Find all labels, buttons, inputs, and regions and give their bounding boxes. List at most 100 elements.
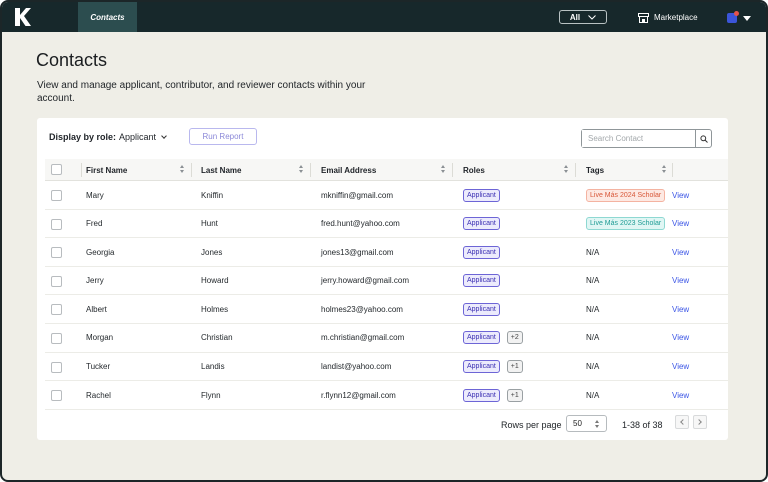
view-link-label: View xyxy=(672,304,690,314)
rows-per-page-label: Rows per page xyxy=(501,420,562,430)
tag-text: N/A xyxy=(586,362,600,372)
view-link[interactable]: View xyxy=(672,353,689,381)
table-row: Morgan Christian m.christian@gmail.com Appl… xyxy=(45,324,728,353)
column-header-roles[interactable]: Roles xyxy=(463,159,485,181)
chevron-down-icon xyxy=(588,14,596,20)
email-cell: jones13@gmail.com xyxy=(321,247,394,257)
first-name-cell: Albert xyxy=(86,304,107,314)
table-row: Rachel Flynn r.flynn12@gmail.com Applicant +… xyxy=(45,381,728,410)
row-checkbox[interactable] xyxy=(51,304,62,316)
previous-page-button[interactable] xyxy=(675,415,689,429)
top-navigation: Contacts All Marketplace xyxy=(2,2,766,32)
tag-text: N/A xyxy=(586,247,600,257)
search-contact-input[interactable] xyxy=(582,130,695,147)
more-roles-badge[interactable]: +2 xyxy=(506,331,523,345)
tags-cell: N/A xyxy=(586,267,599,295)
search-contact-box xyxy=(581,129,712,148)
email-cell: jerry.howard@gmail.com xyxy=(321,276,409,286)
row-checkbox[interactable] xyxy=(51,390,62,402)
display-by-role-label: Display by role: xyxy=(49,132,117,142)
tag-text: N/A xyxy=(586,333,600,343)
row-checkbox[interactable] xyxy=(51,247,62,259)
view-link-label: View xyxy=(672,219,690,229)
email-cell: mkniffin@gmail.com xyxy=(321,190,393,200)
account-menu-button[interactable] xyxy=(727,11,757,25)
tag-text: N/A xyxy=(586,304,600,314)
tag-badge: Live Más 2023 Scholar xyxy=(586,217,666,231)
pagination-bar: Rows per page 50 1-38 of 38 xyxy=(37,413,728,439)
role-badge: Applicant xyxy=(463,302,500,316)
column-divider xyxy=(575,163,576,177)
row-checkbox[interactable] xyxy=(51,332,62,344)
page-title: Contacts xyxy=(36,50,108,70)
sort-icon[interactable] xyxy=(564,165,569,175)
marketplace-label: Marketplace xyxy=(654,13,698,22)
role-badge: Applicant xyxy=(463,274,500,288)
row-checkbox[interactable] xyxy=(51,361,62,373)
email-cell: r.flynn12@gmail.com xyxy=(321,390,396,400)
roles-cell: Applicant xyxy=(463,181,500,209)
marketplace-link[interactable]: Marketplace xyxy=(638,11,698,24)
select-all-checkbox[interactable] xyxy=(51,164,62,175)
row-checkbox[interactable] xyxy=(51,218,62,230)
tab-contacts[interactable]: Contacts xyxy=(78,2,137,32)
view-link[interactable]: View xyxy=(672,210,689,238)
view-link[interactable]: View xyxy=(672,267,689,295)
first-name-cell: Fred xyxy=(86,219,103,229)
table-row: Tucker Landis landist@yahoo.com Applicant +1… xyxy=(45,353,728,382)
page-description: View and manage applicant, contributor, … xyxy=(37,80,366,104)
roles-cell: Applicant +1 xyxy=(463,381,523,409)
column-divider xyxy=(81,163,82,177)
role-badge: Applicant xyxy=(463,188,500,202)
last-name-cell: Christian xyxy=(201,333,233,343)
column-header-last-name[interactable]: Last Name xyxy=(201,159,241,181)
row-checkbox[interactable] xyxy=(51,190,62,201)
roles-cell: Applicant xyxy=(463,295,500,323)
view-link[interactable]: View xyxy=(672,381,689,409)
role-badge: Applicant xyxy=(463,217,500,231)
roles-cell: Applicant +1 xyxy=(463,353,523,381)
rows-per-page-select[interactable]: 50 xyxy=(566,415,607,432)
view-link-label: View xyxy=(672,276,690,286)
column-header-first-name[interactable]: First Name xyxy=(86,159,127,181)
view-link[interactable]: View xyxy=(672,324,689,352)
column-divider xyxy=(191,163,192,177)
contacts-card: Display by role: Applicant Run Report Fi… xyxy=(37,118,728,440)
email-cell: landist@yahoo.com xyxy=(321,362,392,372)
brand-logo-icon[interactable] xyxy=(14,7,32,27)
sort-icon[interactable] xyxy=(299,165,304,175)
tags-cell: N/A xyxy=(586,324,599,352)
filter-select[interactable]: All xyxy=(559,10,607,24)
first-name-cell: Morgan xyxy=(86,333,114,343)
table-row: Jerry Howard jerry.howard@gmail.com Applica… xyxy=(45,267,728,296)
role-filter-dropdown[interactable]: Applicant xyxy=(119,132,167,142)
column-header-email[interactable]: Email Address xyxy=(321,159,376,181)
run-report-button[interactable]: Run Report xyxy=(189,128,257,145)
column-header-tags[interactable]: Tags xyxy=(586,159,604,181)
chevron-left-icon xyxy=(680,419,686,425)
role-badge: Applicant xyxy=(463,388,500,402)
more-roles-badge[interactable]: +1 xyxy=(506,388,523,402)
tags-cell: N/A xyxy=(586,381,599,409)
row-checkbox[interactable] xyxy=(51,275,62,287)
view-link[interactable]: View xyxy=(672,295,689,323)
email-cell: fred.hunt@yahoo.com xyxy=(321,219,400,229)
sort-icon[interactable] xyxy=(662,165,667,175)
roles-cell: Applicant xyxy=(463,267,500,295)
table-header: First Name Last Name Email Address Roles… xyxy=(45,159,728,181)
rows-per-page-value: 50 xyxy=(573,419,582,428)
next-page-button[interactable] xyxy=(693,415,707,429)
tag-badge: Live Más 2024 Scholar xyxy=(586,188,666,202)
sort-icon[interactable] xyxy=(180,165,185,175)
last-name-cell: Holmes xyxy=(201,304,229,314)
view-link[interactable]: View xyxy=(672,181,689,209)
tags-cell: N/A xyxy=(586,295,599,323)
sort-icon[interactable] xyxy=(441,165,446,175)
more-roles-badge[interactable]: +1 xyxy=(506,360,523,374)
first-name-cell: Mary xyxy=(86,190,104,200)
caret-down-icon xyxy=(743,15,751,21)
view-link[interactable]: View xyxy=(672,238,689,266)
search-button[interactable] xyxy=(695,130,711,147)
view-link-label: View xyxy=(672,362,690,372)
organization-avatar xyxy=(727,11,739,23)
